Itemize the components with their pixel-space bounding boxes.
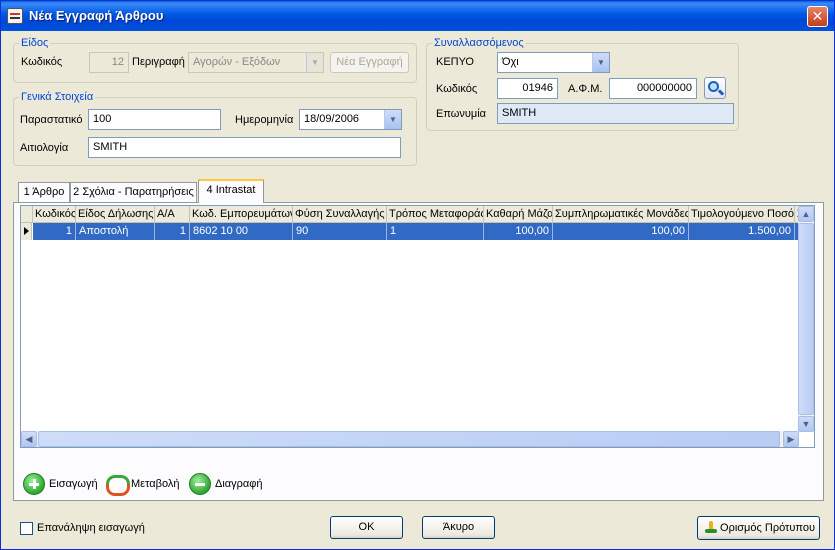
- tab-content: Κωδικός Είδος Δήλωσης Α/Α Κωδ. Εμπορευμά…: [13, 202, 824, 501]
- column-header[interactable]: Φύση Συναλλαγής: [293, 206, 387, 223]
- column-header[interactable]: Κωδ. Εμπορευμάτων: [190, 206, 293, 223]
- close-button[interactable]: ✕: [807, 6, 828, 27]
- table-cell[interactable]: 100,00: [484, 223, 553, 240]
- vertical-scroll-thumb[interactable]: [798, 223, 814, 415]
- title-bar[interactable]: Νέα Εγγραφή Άρθρου ✕: [1, 1, 834, 31]
- row-pointer-icon: [21, 223, 32, 240]
- vertical-scrollbar[interactable]: ▲ ▼: [798, 206, 814, 432]
- row-indicator-header: [21, 206, 33, 223]
- chevron-down-icon[interactable]: ▼: [384, 110, 401, 129]
- eponymia-label: Επωνυμία: [436, 108, 487, 120]
- delete-label: Διαγραφή: [215, 478, 263, 490]
- scroll-down-icon[interactable]: ▼: [798, 416, 814, 432]
- afm-field[interactable]: 000000000: [609, 78, 697, 99]
- table-row[interactable]: 1 Αποστολή 1 8602 10 00 90 1 100,00 100,…: [21, 223, 802, 240]
- dialog-window: Νέα Εγγραφή Άρθρου ✕ Είδος Κωδικός 12 Πε…: [0, 0, 835, 550]
- eponymia-field: SMITH: [497, 103, 734, 124]
- edit-label: Μεταβολή: [131, 478, 180, 490]
- perigrafi-label: Περιγραφή: [132, 56, 185, 68]
- pin-icon: [704, 521, 718, 537]
- eidos-kodikos-label: Κωδικός: [21, 56, 63, 68]
- column-header[interactable]: Α/Α: [155, 206, 190, 223]
- app-icon: [7, 8, 23, 24]
- kepyo-value: Όχι: [502, 56, 519, 68]
- tab-intrastat[interactable]: 4 Intrastat: [198, 179, 264, 203]
- window-title: Νέα Εγγραφή Άρθρου: [29, 8, 164, 23]
- column-header[interactable]: Καθαρή Μάζα: [484, 206, 553, 223]
- horizontal-scrollbar[interactable]: ◀ ▶: [21, 431, 799, 447]
- table-cell[interactable]: 8602 10 00: [190, 223, 293, 240]
- column-header[interactable]: Τιμολογούμενο Ποσό: [689, 206, 795, 223]
- date-value: 18/09/2006: [304, 113, 360, 125]
- intrastat-grid[interactable]: Κωδικός Είδος Δήλωσης Α/Α Κωδ. Εμπορευμά…: [20, 205, 815, 448]
- table-cell[interactable]: 100,00: [553, 223, 689, 240]
- date-label: Ημερομηνία: [235, 114, 294, 126]
- eidos-group-title: Είδος: [19, 37, 51, 49]
- repeat-checkbox[interactable]: [20, 522, 33, 535]
- ok-button[interactable]: OK: [330, 516, 403, 539]
- table-cell[interactable]: Αποστολή: [76, 223, 155, 240]
- insert-button[interactable]: Εισαγωγή: [23, 472, 103, 496]
- table-cell[interactable]: 1: [387, 223, 484, 240]
- synallassomenos-group-title: Συναλλασσόμενος: [432, 37, 526, 49]
- afm-label: Α.Φ.Μ.: [568, 83, 603, 95]
- tab-arthro[interactable]: 1 Άρθρο: [18, 182, 70, 202]
- date-picker[interactable]: 18/09/2006 ▼: [299, 109, 402, 130]
- new-record-button[interactable]: Νέα Εγγραφή: [330, 52, 409, 73]
- genika-group-title: Γενικά Στοιχεία: [19, 91, 96, 103]
- chevron-down-icon[interactable]: ▼: [306, 53, 323, 72]
- column-header[interactable]: Είδος Δήλωσης: [76, 206, 155, 223]
- eidos-kodikos-field[interactable]: 12: [89, 52, 129, 73]
- perigrafi-value: Αγορών - Εξόδων: [193, 56, 281, 68]
- synallassomenos-group: Συναλλασσόμενος ΚΕΠΥΟ Όχι ▼ Κωδικός 0194…: [426, 37, 739, 131]
- table-cell[interactable]: 1: [33, 223, 76, 240]
- define-template-label: Ορισμός Πρότυπου: [720, 522, 815, 534]
- refresh-icon: [105, 473, 130, 496]
- synal-kodikos-label: Κωδικός: [436, 83, 478, 95]
- scroll-right-icon[interactable]: ▶: [783, 431, 799, 447]
- kepyo-select[interactable]: Όχι ▼: [497, 52, 610, 73]
- column-header[interactable]: Συμπληρωματικές Μονάδες: [553, 206, 689, 223]
- table-cell[interactable]: 90: [293, 223, 387, 240]
- kepyo-label: ΚΕΠΥΟ: [436, 56, 474, 68]
- parastatiko-field[interactable]: 100: [88, 109, 221, 130]
- synal-kodikos-field[interactable]: 01946: [497, 78, 558, 99]
- horizontal-scroll-thumb[interactable]: [38, 431, 780, 447]
- search-button[interactable]: [704, 77, 726, 99]
- tabs-panel: 1 Άρθρο 2 Σχόλια - Παρατηρήσεις 4 Intras…: [13, 179, 824, 503]
- parastatiko-label: Παραστατικό: [20, 114, 83, 126]
- genika-group: Γενικά Στοιχεία Παραστατικό 100 Ημερομην…: [13, 91, 417, 166]
- table-cell[interactable]: 1.500,00: [689, 223, 795, 240]
- column-header[interactable]: Τρόπος Μεταφοράς: [387, 206, 484, 223]
- add-icon: [23, 473, 45, 495]
- repeat-label: Επανάληψη εισαγωγή: [37, 522, 145, 534]
- perigrafi-select[interactable]: Αγορών - Εξόδων ▼: [188, 52, 324, 73]
- column-header[interactable]: Κωδικός: [33, 206, 76, 223]
- chevron-down-icon[interactable]: ▼: [592, 53, 609, 72]
- define-template-button[interactable]: Ορισμός Πρότυπου: [697, 516, 820, 540]
- cancel-button[interactable]: Άκυρο: [422, 516, 495, 539]
- edit-button[interactable]: Μεταβολή: [105, 472, 185, 496]
- scroll-left-icon[interactable]: ◀: [21, 431, 37, 447]
- eidos-group: Είδος Κωδικός 12 Περιγραφή Αγορών - Εξόδ…: [13, 37, 417, 83]
- apologia-field[interactable]: SMITH: [88, 137, 401, 158]
- delete-button[interactable]: Διαγραφή: [189, 472, 269, 496]
- tab-sxolia[interactable]: 2 Σχόλια - Παρατηρήσεις: [70, 182, 197, 202]
- grid-header: Κωδικός Είδος Δήλωσης Α/Α Κωδ. Εμπορευμά…: [21, 206, 801, 223]
- apologia-label: Αιτιολογία: [20, 142, 69, 154]
- scroll-up-icon[interactable]: ▲: [798, 206, 814, 222]
- insert-label: Εισαγωγή: [49, 478, 98, 490]
- remove-icon: [189, 473, 211, 495]
- table-cell[interactable]: 1: [155, 223, 190, 240]
